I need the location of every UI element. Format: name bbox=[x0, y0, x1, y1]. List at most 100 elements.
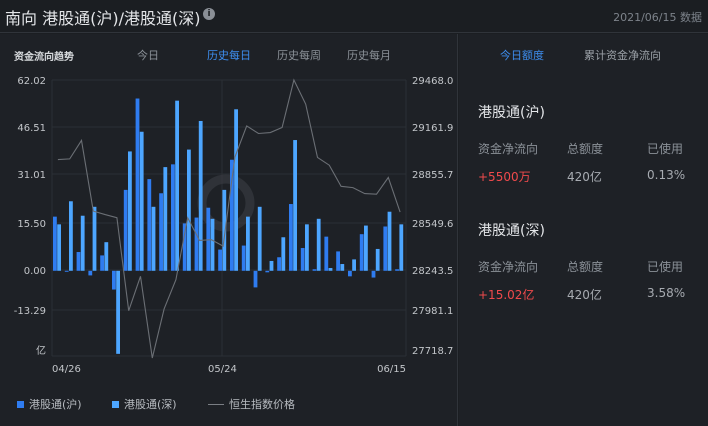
bar-sh bbox=[371, 270, 376, 278]
right-tick-label: 27718.7 bbox=[412, 346, 453, 357]
bar-sh bbox=[395, 269, 399, 271]
tab-today-quota[interactable]: 今日额度 bbox=[500, 47, 544, 63]
bar-sz bbox=[187, 149, 191, 271]
bar-sz bbox=[104, 242, 109, 271]
left-tick-label: 46.51 bbox=[17, 123, 46, 134]
bar-sz bbox=[210, 218, 215, 271]
legend-label: 港股通(深) bbox=[124, 398, 177, 411]
bar-sz bbox=[387, 211, 392, 271]
bar-sh bbox=[277, 257, 281, 271]
used-label: 已使用 bbox=[647, 260, 684, 274]
left-tick-label: -13.29 bbox=[14, 306, 46, 317]
right-tick-label: 28855.7 bbox=[412, 170, 453, 181]
quota-label: 总额度 bbox=[567, 260, 604, 274]
bar-sh bbox=[324, 236, 329, 271]
bar-sz bbox=[92, 206, 97, 271]
tab-cumulative-flow[interactable]: 累计资金净流向 bbox=[584, 47, 661, 63]
bar-sz bbox=[352, 259, 356, 271]
bar-sh bbox=[289, 204, 293, 271]
bar-sz bbox=[364, 225, 368, 271]
used-value: 3.58% bbox=[647, 286, 686, 300]
bar-sz bbox=[128, 151, 132, 271]
bar-sz bbox=[69, 201, 73, 271]
legend-label: 恒生指数价格 bbox=[229, 398, 295, 411]
bar-sz bbox=[234, 109, 238, 271]
bar-sh bbox=[112, 270, 116, 290]
net-flow-value: +5500万 bbox=[478, 170, 531, 184]
bar-sh bbox=[182, 223, 187, 271]
bar-sz bbox=[57, 224, 61, 271]
bar-sh bbox=[171, 164, 175, 271]
quota-panel: 今日额度 累计资金净流向 港股通(沪) 资金净流向 总额度 已使用 +5500万… bbox=[459, 34, 708, 426]
legend-item-sz[interactable]: 港股通(深) bbox=[112, 396, 177, 412]
bar-sh bbox=[336, 251, 340, 271]
right-tick-label: 28549.6 bbox=[412, 219, 453, 230]
right-tick-label: 28243.5 bbox=[412, 266, 453, 277]
bar-sh bbox=[218, 249, 222, 271]
bar-sh bbox=[265, 270, 270, 273]
bar-sz bbox=[328, 268, 333, 271]
right-tick-label: 27981.1 bbox=[412, 306, 453, 317]
left-tick-label: 31.01 bbox=[17, 170, 46, 181]
bar-sz bbox=[246, 216, 250, 271]
bar-sh bbox=[241, 245, 246, 271]
bar-sz bbox=[116, 270, 120, 354]
bar-sh bbox=[300, 248, 305, 271]
bar-sz bbox=[151, 206, 156, 271]
x-tick-label: 06/15 bbox=[377, 364, 406, 375]
bar-sh bbox=[359, 234, 364, 271]
bar-sh bbox=[312, 269, 317, 271]
bar-sh bbox=[194, 217, 199, 271]
bar-sz bbox=[80, 215, 85, 271]
legend-swatch bbox=[112, 400, 119, 408]
x-tick-label: 04/26 bbox=[52, 364, 81, 375]
bar-sh bbox=[100, 255, 104, 271]
bar-sz bbox=[269, 260, 274, 271]
bar-sz bbox=[399, 224, 404, 271]
quota-value: 420亿 bbox=[567, 288, 602, 302]
fund-flow-chart: 62.02 46.51 31.01 15.50 0.00 -13.29 亿 29468.0 29… bbox=[14, 76, 454, 375]
section-title-sh: 港股通(沪) bbox=[478, 105, 545, 121]
legend-line bbox=[208, 403, 224, 405]
hsi-line bbox=[57, 78, 401, 359]
bar-sh bbox=[64, 270, 69, 272]
bar-sh bbox=[253, 270, 258, 288]
left-tick-label: 0.00 bbox=[24, 266, 46, 277]
legend-label: 港股通(沪) bbox=[29, 398, 82, 411]
bar-sh bbox=[135, 98, 140, 271]
bar-sz bbox=[175, 100, 179, 271]
net-flow-value: +15.02亿 bbox=[478, 288, 535, 302]
bar-sz bbox=[340, 264, 345, 271]
bar-sz bbox=[139, 131, 144, 271]
bar-sz bbox=[305, 224, 309, 271]
data-date: 2021/06/15 数据 bbox=[613, 11, 702, 24]
bar-sz bbox=[316, 218, 321, 271]
right-tick-label: 29161.9 bbox=[412, 123, 453, 134]
left-unit-label: 亿 bbox=[36, 344, 46, 357]
bar-sz bbox=[198, 120, 203, 271]
used-label: 已使用 bbox=[647, 142, 684, 156]
left-tick-label: 15.50 bbox=[17, 219, 46, 230]
legend-item-sh[interactable]: 港股通(沪) bbox=[17, 396, 82, 412]
bar-sh bbox=[123, 189, 128, 271]
bar-sh bbox=[159, 193, 163, 271]
left-tick-label: 62.02 bbox=[17, 76, 46, 87]
bar-sz bbox=[257, 206, 262, 271]
quota-value: 420亿 bbox=[567, 170, 602, 184]
bar-sh bbox=[76, 252, 81, 271]
bar-sz bbox=[163, 167, 168, 271]
bar-sz bbox=[375, 248, 380, 271]
right-tick-label: 29468.0 bbox=[412, 76, 453, 87]
legend-item-hsi[interactable]: 恒生指数价格 bbox=[208, 396, 295, 412]
section-title-sz: 港股通(深) bbox=[478, 223, 545, 239]
bar-sh bbox=[53, 216, 57, 271]
quota-label: 总额度 bbox=[567, 142, 604, 156]
net-flow-label: 资金净流向 bbox=[478, 142, 539, 156]
bar-sh bbox=[88, 270, 93, 276]
bar-sz bbox=[281, 237, 286, 271]
used-value: 0.13% bbox=[647, 168, 686, 182]
x-tick-label: 05/24 bbox=[208, 364, 237, 375]
bar-sh bbox=[383, 226, 388, 271]
net-flow-label: 资金净流向 bbox=[478, 260, 539, 274]
legend-swatch bbox=[17, 400, 24, 408]
